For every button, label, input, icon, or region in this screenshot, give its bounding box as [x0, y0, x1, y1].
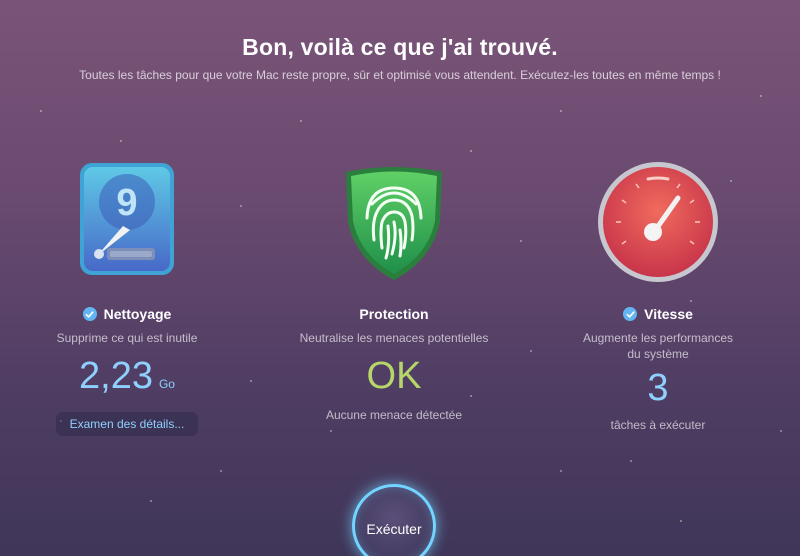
- speed-note: tâches à exécuter: [610, 418, 706, 432]
- protection-section: Protection Neutralise les menaces potent…: [264, 160, 524, 422]
- cleanup-title: Nettoyage: [103, 306, 172, 322]
- speed-title: Vitesse: [644, 306, 693, 322]
- protection-description: Neutralise les menaces potentielles: [299, 331, 489, 345]
- speedometer-icon: [528, 160, 788, 288]
- page-subtitle: Toutes les tâches pour que votre Mac res…: [79, 68, 721, 82]
- review-details-button[interactable]: Examen des détails...: [55, 412, 199, 436]
- page-title: Bon, voilà ce que j'ai trouvé.: [242, 34, 558, 60]
- run-button-label: Exécuter: [366, 521, 422, 537]
- protection-note: Aucune menace détectée: [325, 408, 463, 422]
- svg-text:9: 9: [116, 182, 137, 224]
- cleanup-unit: Go: [158, 377, 175, 391]
- cleanup-value: 2,23: [79, 355, 153, 397]
- speed-task-count: 3: [647, 367, 669, 409]
- cleanup-section: 9 Nettoyage Supprime ce qui est inutile …: [0, 160, 257, 436]
- run-button[interactable]: Exécuter: [352, 484, 436, 556]
- cleanup-size-value: 2,23 Go: [0, 354, 257, 406]
- cleanup-description: Supprime ce qui est inutile: [56, 331, 198, 345]
- speed-description-line1: Augmente les performances: [582, 331, 734, 345]
- fingerprint-shield-icon: [264, 160, 524, 288]
- checkmark-icon[interactable]: [623, 307, 638, 321]
- protection-title: Protection: [359, 306, 429, 322]
- protection-status-value: OK: [366, 355, 422, 397]
- speed-description: Augmente les performances du système: [528, 330, 788, 362]
- hard-drive-icon: 9: [0, 160, 257, 288]
- speed-description-line2: du système: [627, 347, 689, 361]
- speed-section: Vitesse Augmente les performances du sys…: [528, 160, 788, 432]
- checkmark-icon[interactable]: [82, 307, 97, 321]
